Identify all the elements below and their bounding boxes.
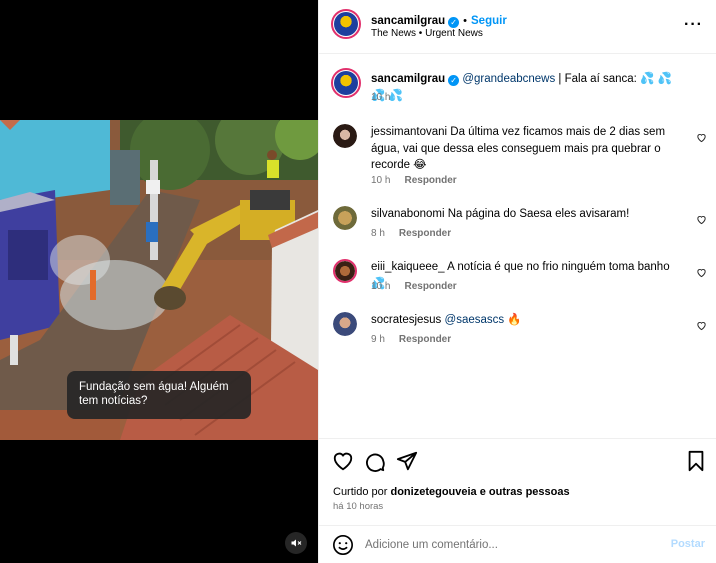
emoji-smiley-icon[interactable] [332, 534, 354, 556]
post-caption: sancamilgrau ✓ @grandeabcnews | Fala aí s… [319, 68, 716, 118]
ellipsis-icon: ··· [684, 16, 703, 33]
audio-subtitle[interactable]: The News • Urgent News [371, 28, 483, 39]
comment-time[interactable]: 10 h [371, 175, 390, 186]
commenter-avatar[interactable] [333, 206, 357, 230]
comment-item: eiii_kaiqueee_ A notícia é que no frio n… [319, 259, 716, 299]
comment-item: jessimantovani Da última vez ficamos mai… [319, 124, 716, 186]
comment-username[interactable]: jessimantovani [371, 126, 447, 138]
video-caption-bubble: Fundação sem água! Alguém tem notícias? [67, 371, 251, 419]
share-send-icon[interactable] [396, 450, 418, 472]
reply-button[interactable]: Responder [399, 334, 451, 345]
comment-mention[interactable]: @saesascs [445, 314, 505, 326]
comments-section[interactable]: sancamilgrau ✓ @grandeabcnews | Fala aí s… [319, 55, 716, 438]
video-caption-text: Fundação sem água! Alguém tem notícias? [79, 381, 229, 407]
more-options-button[interactable]: ··· [684, 16, 703, 34]
caption-time[interactable]: 10 h [371, 92, 390, 103]
post-actions: Curtido por donizetegouveia e outras pes… [319, 438, 716, 525]
like-comment-heart-icon[interactable] [696, 214, 707, 225]
post-header: sancamilgrau ✓ • Seguir The News • Urgent N… [319, 0, 716, 54]
muted-speaker-icon [291, 539, 302, 547]
comment-input[interactable] [365, 536, 655, 554]
post-media[interactable]: Fundação sem água! Alguém tem notícias? [0, 0, 318, 563]
caption-avatar[interactable] [331, 68, 361, 98]
liked-by: Curtido por donizetegouveia e outras pes… [333, 486, 570, 498]
post-comment-button[interactable]: Postar [671, 538, 705, 550]
save-bookmark-icon[interactable] [685, 450, 707, 472]
add-comment-bar: Postar [319, 525, 716, 563]
comment-bubble-icon[interactable] [364, 450, 386, 472]
comment-text: Na página do Saesa eles avisaram! [447, 208, 630, 220]
commenter-avatar[interactable] [333, 259, 357, 283]
separator: • [463, 15, 468, 27]
commenter-avatar[interactable] [333, 312, 357, 336]
comment-time[interactable]: 10 h [371, 281, 390, 292]
instagram-post-modal: Fundação sem água! Alguém tem notícias? … [0, 0, 716, 563]
like-comment-heart-icon[interactable] [696, 320, 707, 331]
post-sidebar: sancamilgrau ✓ • Seguir The News • Urgent N… [318, 0, 716, 563]
reply-button[interactable]: Responder [404, 175, 456, 186]
reply-button[interactable]: Responder [404, 281, 456, 292]
caption-username[interactable]: sancamilgrau [371, 73, 445, 85]
caption-mention[interactable]: @grandeabcnews [462, 73, 555, 85]
comment-time[interactable]: 9 h [371, 334, 385, 345]
mute-button[interactable] [285, 532, 307, 554]
verified-badge-icon: ✓ [448, 17, 460, 28]
comment-username[interactable]: socratesjesus [371, 314, 441, 326]
like-comment-heart-icon[interactable] [696, 267, 707, 278]
comment-item: socratesjesus @saesascs 🔥 9 h Responder [319, 312, 716, 352]
comment-username[interactable]: silvanabonomi [371, 208, 445, 220]
like-heart-icon[interactable] [332, 450, 354, 472]
liked-by-prefix: Curtido por [333, 486, 388, 498]
like-comment-heart-icon[interactable] [696, 132, 707, 143]
comment-time[interactable]: 8 h [371, 228, 385, 239]
commenter-avatar[interactable] [333, 124, 357, 148]
comment-text: 🔥 [504, 314, 522, 326]
reply-button[interactable]: Responder [399, 228, 451, 239]
comment-item: silvanabonomi Na página do Saesa eles av… [319, 206, 716, 246]
liked-by-others[interactable]: e outras pessoas [480, 486, 570, 498]
liked-by-user[interactable]: donizetegouveia [390, 486, 476, 498]
follow-button[interactable]: Seguir [471, 15, 507, 27]
author-avatar[interactable] [331, 9, 361, 39]
comment-username[interactable]: eiii_kaiqueee_ [371, 261, 445, 273]
author-username[interactable]: sancamilgrau [371, 15, 445, 27]
verified-badge-icon: ✓ [448, 75, 460, 86]
post-timestamp[interactable]: há 10 horas [333, 501, 383, 512]
